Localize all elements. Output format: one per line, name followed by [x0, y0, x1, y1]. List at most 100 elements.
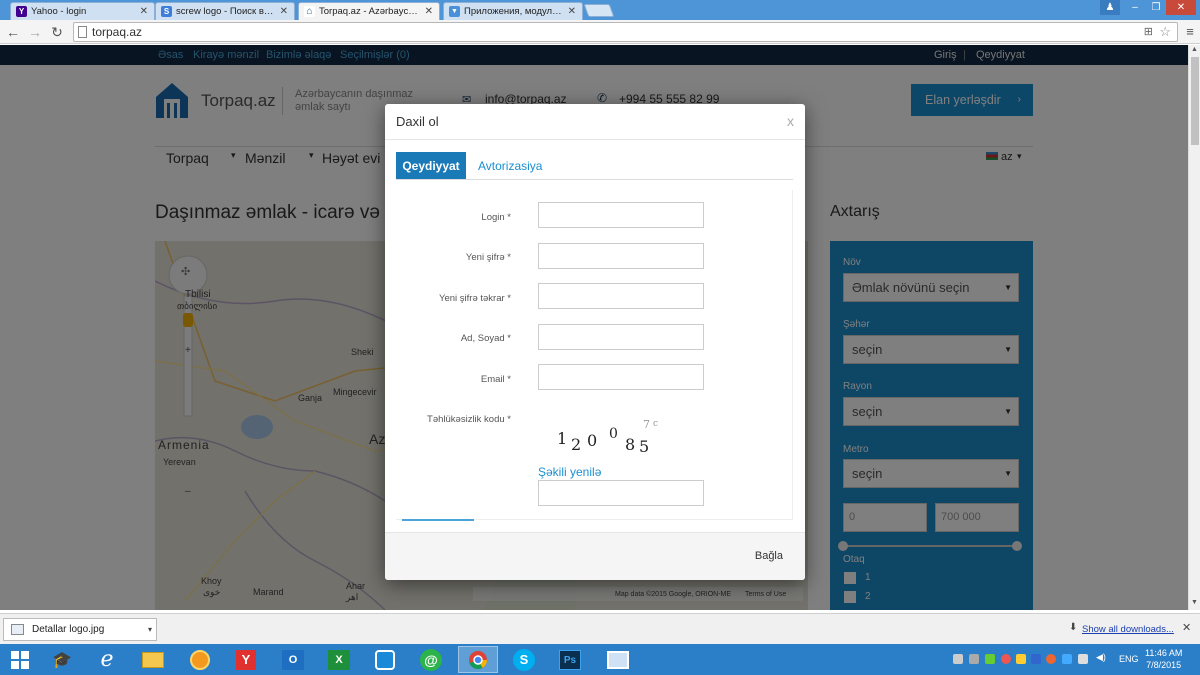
- modal-footer: Bağla: [385, 532, 805, 580]
- download-item[interactable]: Detallar logo.jpg ▾: [3, 618, 157, 641]
- browser-toolbar: ← → ↻ torpaq.az ⊞ ☆ ≡: [0, 20, 1200, 44]
- tab-close-icon[interactable]: ✕: [140, 6, 148, 17]
- teamviewer-icon[interactable]: [365, 646, 405, 673]
- browser-tab-strip: Y Yahoo - login ✕ S screw logo - Поиск в…: [0, 0, 1200, 20]
- close-window-button[interactable]: ✕: [1166, 0, 1196, 15]
- yandex-browser-icon[interactable]: Y: [226, 646, 266, 673]
- speaker-icon[interactable]: ◀): [1096, 652, 1106, 662]
- tab-google-search[interactable]: S screw logo - Поиск в Goo ✕: [155, 2, 295, 20]
- app-tray-icon[interactable]: [1031, 654, 1041, 664]
- new-tab-button[interactable]: [583, 4, 615, 17]
- user-profile-icon[interactable]: ♟: [1100, 0, 1120, 15]
- tab-title: Приложения, модули, на: [464, 6, 564, 17]
- email-input[interactable]: [538, 364, 704, 390]
- restore-button[interactable]: ❐: [1146, 0, 1166, 15]
- svg-text:1: 1: [557, 429, 567, 448]
- security-tray-icon[interactable]: [985, 654, 995, 664]
- tab-applications[interactable]: ▼ Приложения, модули, на ✕: [443, 2, 583, 20]
- yahoo-favicon-icon: Y: [16, 6, 27, 17]
- svg-text:0: 0: [587, 431, 597, 450]
- photo-viewer-icon[interactable]: [598, 646, 638, 673]
- modal-title: Daxil ol: [396, 114, 439, 129]
- svg-text:8: 8: [625, 435, 635, 454]
- graduation-app-icon[interactable]: 🎓: [42, 646, 82, 673]
- excel-icon[interactable]: X: [319, 646, 359, 673]
- app-tray-icon[interactable]: [1016, 654, 1026, 664]
- tab-yahoo[interactable]: Y Yahoo - login ✕: [10, 2, 155, 20]
- download-bar: Detallar logo.jpg ▾ ⬇ Show all downloads…: [0, 613, 1200, 644]
- tab-underline: [396, 179, 793, 180]
- photoshop-icon[interactable]: Ps: [550, 646, 590, 673]
- full-name-input[interactable]: [538, 324, 704, 350]
- skype-tray-icon[interactable]: [1062, 654, 1072, 664]
- svg-text:5: 5: [639, 437, 649, 456]
- image-file-icon: [11, 624, 24, 635]
- joomla-favicon-icon: ▼: [449, 6, 460, 17]
- mail-agent-tray-icon[interactable]: [1001, 654, 1011, 664]
- chrome-menu-icon[interactable]: ≡: [1182, 23, 1198, 41]
- forward-icon[interactable]: →: [27, 23, 43, 41]
- tab-close-icon[interactable]: ✕: [425, 6, 433, 17]
- refresh-captcha-link[interactable]: Şəkili yenilə: [538, 465, 601, 479]
- security-code-label: Təhlükəsizlik kodu *: [427, 414, 511, 425]
- input-language[interactable]: ENG: [1119, 654, 1139, 664]
- tab-close-icon[interactable]: ✕: [568, 6, 576, 17]
- login-label: Login *: [481, 212, 511, 223]
- back-icon[interactable]: ←: [5, 23, 21, 41]
- minimize-button[interactable]: –: [1124, 0, 1146, 15]
- repeat-password-input[interactable]: [538, 283, 704, 309]
- login-modal: Daxil ol x Qeydiyyat Avtorizasiya Login …: [385, 104, 805, 580]
- tab-close-icon[interactable]: ✕: [280, 6, 288, 17]
- address-bar[interactable]: torpaq.az ⊞ ☆: [73, 22, 1178, 42]
- captcha-image: 1 2 0 0 8 5 7 c: [557, 418, 658, 456]
- new-password-label: Yeni şifrə *: [465, 252, 511, 263]
- email-label: Email *: [480, 374, 511, 385]
- internet-explorer-icon[interactable]: e: [87, 646, 127, 673]
- printer-tray-icon[interactable]: [953, 654, 963, 664]
- outlook-icon[interactable]: O: [273, 646, 313, 673]
- modal-header: Daxil ol x: [385, 104, 805, 140]
- scroll-up-icon[interactable]: ▲: [1191, 46, 1198, 53]
- tab-title: Torpaq.az - Azərbaycanın: [319, 6, 421, 17]
- download-bar-close-icon[interactable]: ✕: [1182, 621, 1191, 634]
- close-button[interactable]: Bağla: [755, 550, 783, 562]
- tab-register[interactable]: Qeydiyyat: [396, 152, 466, 180]
- orange-app-icon[interactable]: [180, 646, 220, 673]
- windows-start-icon[interactable]: [0, 646, 40, 673]
- security-code-input[interactable]: [538, 480, 704, 506]
- tab-torpaq[interactable]: ⌂ Torpaq.az - Azərbaycanın ✕: [298, 2, 440, 20]
- svg-text:2: 2: [571, 435, 581, 454]
- page-scrollbar[interactable]: ▲ ▼: [1188, 45, 1200, 610]
- reload-icon[interactable]: ↻: [49, 23, 65, 41]
- login-input[interactable]: [538, 202, 704, 228]
- scrollbar-thumb[interactable]: [1191, 57, 1199, 145]
- tab-title: screw logo - Поиск в Goo: [176, 6, 276, 17]
- repeat-password-label: Yeni şifrə təkrar *: [439, 293, 511, 304]
- torpaq-favicon-icon: ⌂: [304, 6, 315, 17]
- google-favicon-icon: S: [161, 6, 172, 17]
- clock[interactable]: 11:46 AM 7/8/2015: [1145, 647, 1182, 671]
- scroll-down-icon[interactable]: ▼: [1191, 599, 1198, 606]
- chrome-icon[interactable]: [458, 646, 498, 673]
- windows-taskbar: 🎓 e Y O X @ S Ps ◀) ENG 11:46 AM 7/8/201…: [0, 644, 1200, 675]
- url-text: torpaq.az: [92, 25, 143, 39]
- file-explorer-icon[interactable]: [133, 646, 173, 673]
- translate-icon[interactable]: ⊞: [1144, 23, 1153, 41]
- full-name-label: Ad, Soyad *: [460, 333, 511, 344]
- form-accent-line: [402, 519, 474, 521]
- clock-date: 7/8/2015: [1146, 660, 1182, 670]
- new-password-input[interactable]: [538, 243, 704, 269]
- skype-icon[interactable]: S: [504, 646, 544, 673]
- download-arrow-icon: ⬇: [1069, 622, 1078, 633]
- page-icon: [78, 26, 87, 38]
- mail-agent-icon[interactable]: @: [411, 646, 451, 673]
- show-all-downloads-link[interactable]: Show all downloads...: [1082, 624, 1174, 635]
- bookmark-star-icon[interactable]: ☆: [1159, 23, 1171, 41]
- warning-tray-icon[interactable]: [1046, 654, 1056, 664]
- modal-close-icon[interactable]: x: [787, 113, 794, 129]
- svg-text:0: 0: [609, 426, 618, 442]
- network-tray-icon[interactable]: [969, 654, 979, 664]
- power-tray-icon[interactable]: [1078, 654, 1088, 664]
- download-menu-arrow-icon[interactable]: ▾: [148, 619, 152, 640]
- tab-login[interactable]: Avtorizasiya: [478, 152, 542, 180]
